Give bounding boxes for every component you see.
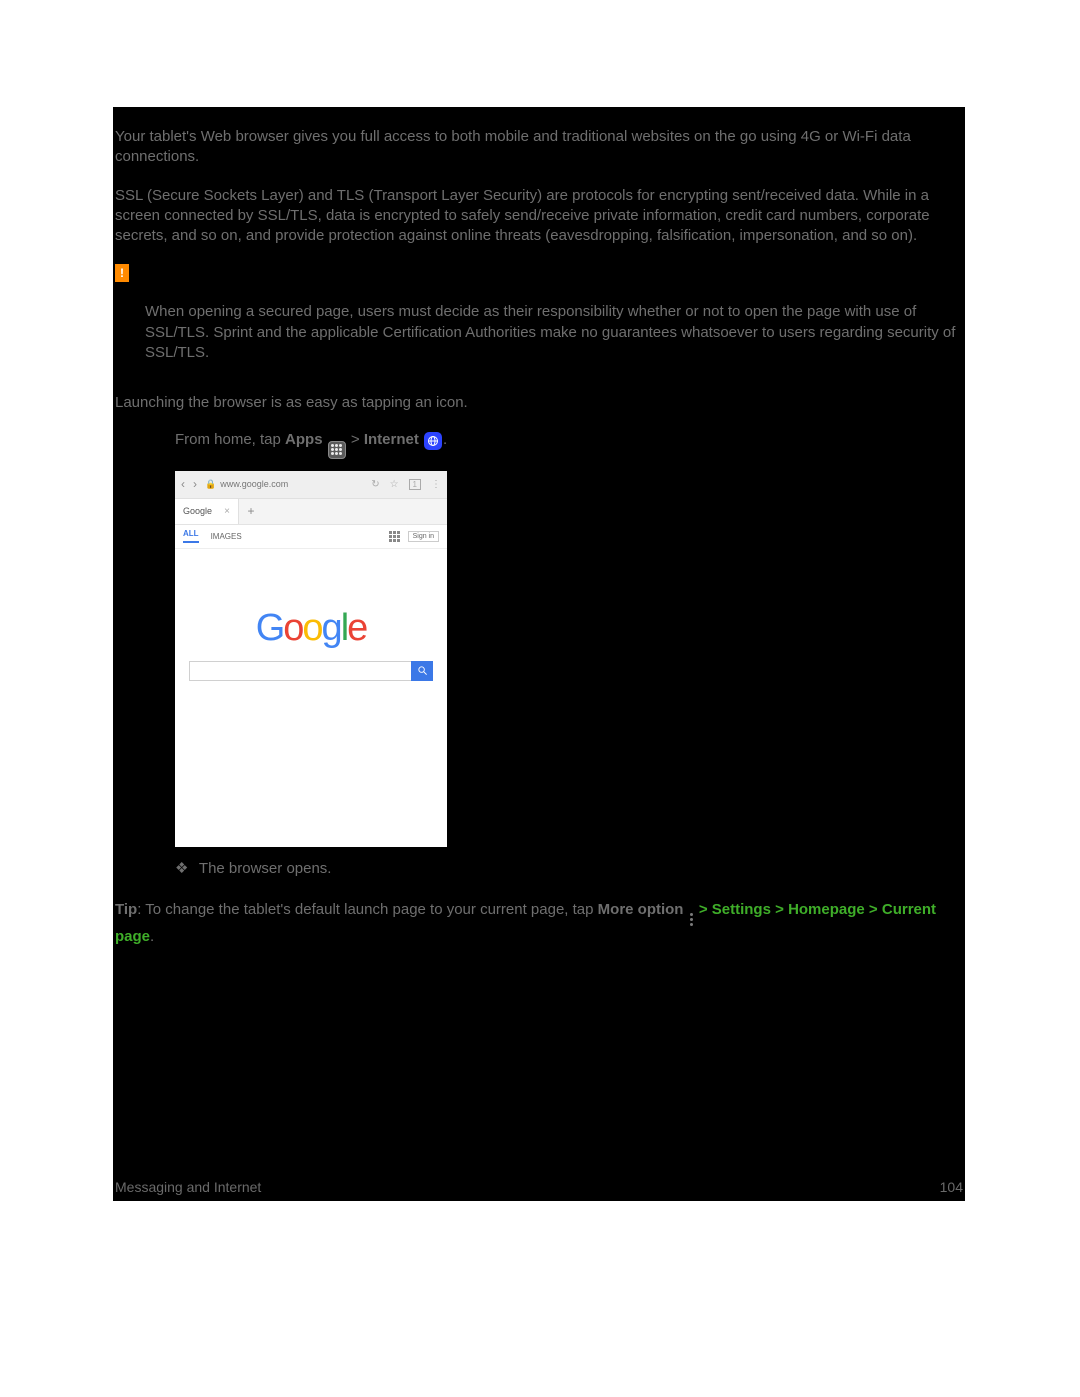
google-logo: Google <box>256 607 367 650</box>
logo-letter: o <box>283 607 302 649</box>
instruction-mid: > <box>351 431 364 448</box>
more-icon[interactable]: ⋮ <box>431 479 441 490</box>
back-icon[interactable]: ‹ <box>181 477 185 491</box>
refresh-icon[interactable]: ↻ <box>371 479 379 490</box>
use-intro: Launching the browser is as easy as tapp… <box>115 393 963 413</box>
new-tab-button[interactable]: + <box>239 499 263 524</box>
tip-sep1: > <box>699 901 712 918</box>
ss-body: Google <box>175 549 447 847</box>
ssl-paragraph: SSL (Secure Sockets Layer) and TLS (Tran… <box>115 186 963 247</box>
tip-sep2: > <box>771 901 788 918</box>
warning-row: ! <box>115 264 963 282</box>
tip-sep3: > <box>865 901 882 918</box>
logo-letter: e <box>347 607 366 649</box>
ss-toolbar: ‹ › 🔒 www.google.com ↻ ☆ 1 ⋮ <box>175 471 447 499</box>
warning-icon: ! <box>115 264 129 282</box>
browser-tab[interactable]: Google × <box>175 499 239 524</box>
instruction-row: From home, tap Apps > Internet . <box>175 431 963 459</box>
result-text: The browser opens. <box>199 860 332 877</box>
search-button[interactable] <box>411 661 433 681</box>
google-nav: ALL IMAGES Sign in <box>175 525 447 549</box>
apps-icon <box>328 441 346 459</box>
page-content: Your tablet's Web browser gives you full… <box>113 127 965 1201</box>
instruction-apps: Apps <box>285 431 323 448</box>
logo-letter: o <box>302 607 321 649</box>
instruction-prefix: From home, tap <box>175 431 285 448</box>
logo-letter: G <box>256 607 284 649</box>
footer-left: Messaging and Internet <box>115 1179 261 1195</box>
address-bar[interactable]: 🔒 www.google.com <box>205 479 288 490</box>
manual-page: Your tablet's Web browser gives you full… <box>113 107 965 1201</box>
search-icon <box>417 665 428 676</box>
nav-images[interactable]: IMAGES <box>211 532 242 541</box>
lock-icon: 🔒 <box>205 479 216 490</box>
tip-paragraph: Tip: To change the tablet's default laun… <box>115 899 963 947</box>
search-row <box>189 661 433 681</box>
internet-icon <box>424 432 442 450</box>
star-icon[interactable]: ☆ <box>390 479 399 490</box>
tip-homepage: Homepage <box>788 901 865 918</box>
tab-label: Google <box>183 506 212 516</box>
footer-page-number: 104 <box>940 1179 963 1195</box>
url-text: www.google.com <box>220 479 288 489</box>
result-row: ❖ The browser opens. <box>175 859 963 877</box>
tip-more-option: More option <box>598 901 684 918</box>
tip-end: . <box>150 928 154 945</box>
ss-tabbar: Google × + <box>175 499 447 525</box>
more-option-icon <box>690 913 693 926</box>
tip-body: : To change the tablet's default launch … <box>137 901 597 918</box>
instruction-suffix: . <box>443 431 447 448</box>
page-footer: Messaging and Internet 104 <box>113 1179 965 1195</box>
forward-icon[interactable]: › <box>193 477 197 491</box>
apps-grid-icon[interactable] <box>389 531 400 542</box>
instruction-internet: Internet <box>364 431 419 448</box>
logo-letter: g <box>322 607 341 649</box>
signin-button[interactable]: Sign in <box>408 531 439 542</box>
close-tab-icon[interactable]: × <box>224 506 230 517</box>
intro-paragraph: Your tablet's Web browser gives you full… <box>115 127 963 168</box>
browser-screenshot: ‹ › 🔒 www.google.com ↻ ☆ 1 ⋮ Google × <box>175 471 447 847</box>
tip-label: Tip <box>115 901 137 918</box>
tip-settings: Settings <box>712 901 771 918</box>
warning-block: When opening a secured page, users must … <box>115 302 963 363</box>
search-input[interactable] <box>189 661 411 681</box>
nav-all[interactable]: ALL <box>183 529 199 543</box>
warning-text: When opening a secured page, users must … <box>145 302 963 363</box>
bullet-icon: ❖ <box>175 859 185 877</box>
toolbar-right: ↻ ☆ 1 ⋮ <box>371 479 441 490</box>
tabs-icon[interactable]: 1 <box>409 479 421 490</box>
